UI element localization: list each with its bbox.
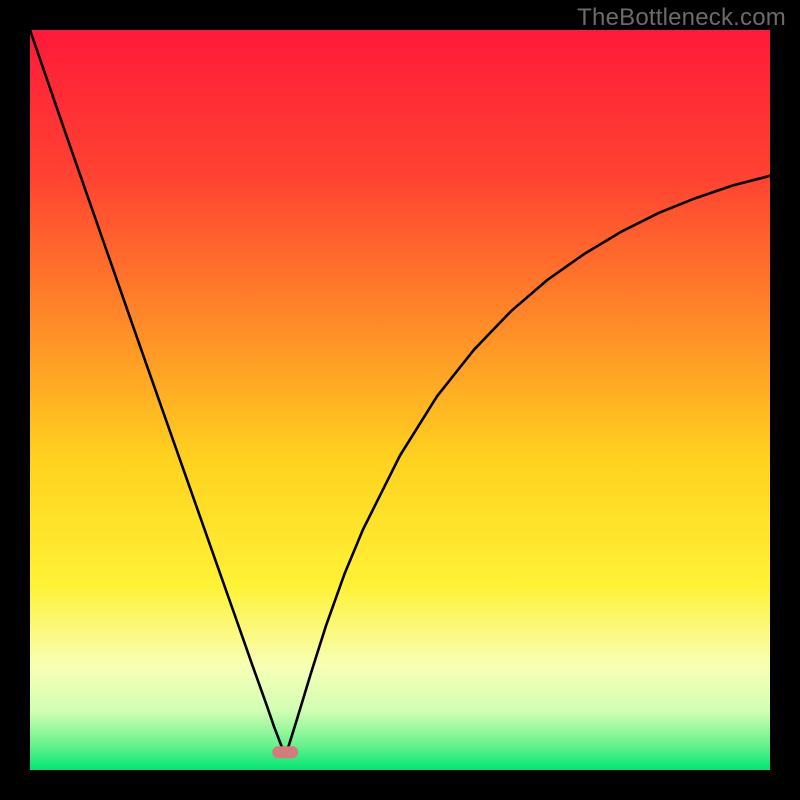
optimum-marker	[272, 746, 298, 758]
chart-frame: TheBottleneck.com	[0, 0, 800, 800]
watermark-text: TheBottleneck.com	[577, 4, 786, 32]
chart-plot	[30, 30, 770, 770]
chart-background	[30, 30, 770, 770]
